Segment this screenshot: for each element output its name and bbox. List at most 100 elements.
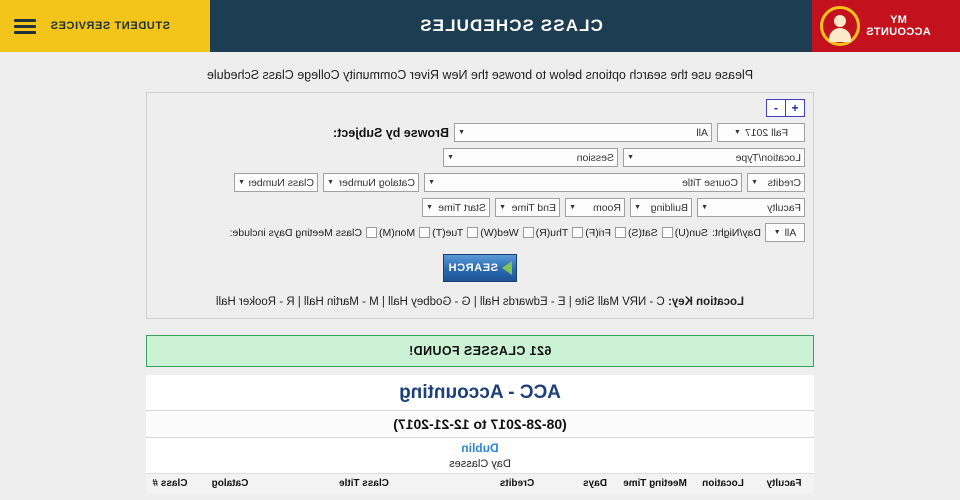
day-night-select[interactable]: ▼ All: [765, 223, 805, 242]
intro-text: Please use the search options below to b…: [206, 68, 754, 82]
results-table: ACC - Accounting (08-28-2017 to 12-21-20…: [146, 375, 814, 494]
chevron-down-icon: ▼: [751, 179, 758, 186]
meeting-day-tue[interactable]: Tue(T): [419, 227, 463, 239]
class-identifiers-row: ▼ Class Number ▼ Catalog Number ▼ Course…: [155, 173, 805, 192]
column-header-credits: Credits: [499, 478, 535, 489]
start-time-select[interactable]: ▼ Start Time: [422, 198, 490, 217]
department-title: ACC - Accounting: [146, 375, 814, 411]
checkbox-sat[interactable]: [614, 227, 626, 238]
term-select[interactable]: ▼ Fall 2017: [717, 123, 805, 142]
column-header-faculty: Faculty: [766, 478, 802, 489]
room-select[interactable]: ▼ Room: [565, 198, 625, 217]
course-title-select[interactable]: ▼ Course Title: [424, 173, 742, 192]
student-services-menu[interactable]: STUDENT SERVICES: [0, 0, 210, 52]
chevron-down-icon: ▼: [773, 229, 781, 236]
browse-by-subject-label: Browse by Subject:: [333, 125, 449, 140]
main-content: Please use the search options below to b…: [0, 52, 960, 494]
meeting-day-thu[interactable]: Thu(R): [522, 226, 569, 239]
subject-row: Browse by Subject: ▼ All ▼ Fall 2017: [155, 123, 805, 142]
student-services-label: STUDENT SERVICES: [50, 20, 171, 32]
chevron-down-icon: ▼: [499, 204, 506, 211]
day-night-label: Day/Night:: [711, 226, 761, 239]
chevron-down-icon: ▼: [701, 204, 708, 211]
class-number-select-value: Class Number: [248, 176, 314, 189]
end-time-select[interactable]: ▼ End Time: [495, 198, 560, 217]
chevron-down-icon: ▼: [733, 129, 741, 136]
site-title-container: CLASS SCHEDULES: [210, 0, 812, 52]
term-date-range: (08-28-2017 to 12-21-2017): [146, 411, 814, 438]
chevron-down-icon: ▼: [428, 179, 435, 186]
meeting-day-sun[interactable]: Sun(U): [661, 226, 708, 239]
location-type-select[interactable]: ▼ Location/Type: [623, 148, 805, 167]
class-number-select[interactable]: ▼ Class Number: [234, 173, 318, 192]
column-header-class-title: Class Title: [339, 478, 389, 489]
my-accounts-line2: ACCOUNTS: [866, 26, 931, 38]
user-avatar-icon: [820, 6, 860, 46]
my-accounts-button[interactable]: MY ACCOUNTS: [812, 0, 960, 52]
meeting-days-label: Class Meeting Days include:: [229, 226, 362, 239]
table-header-row: Class # Catalog Class Title Credits Days…: [146, 473, 814, 494]
term-select-value: Fall 2017: [744, 126, 789, 139]
my-accounts-label: MY ACCOUNTS: [866, 14, 931, 38]
checkbox-mon[interactable]: [366, 227, 377, 238]
meeting-day-wed-label: Wed(W): [480, 226, 519, 239]
building-select-value: Building: [650, 201, 688, 214]
credits-select[interactable]: ▼ Credits: [747, 173, 805, 192]
column-header-days: Days: [583, 478, 607, 489]
location-key: Location Key: C - NRV Mall Site | E - Ed…: [155, 296, 805, 308]
catalog-number-select-value: Catalog Number: [338, 176, 415, 189]
day-part-heading: Day Classes: [449, 458, 511, 470]
day-night-select-value: All: [784, 226, 797, 239]
collapse-all-button[interactable]: -: [766, 99, 786, 117]
my-accounts-line1: MY: [889, 14, 907, 26]
checkbox-wed[interactable]: [467, 227, 479, 238]
search-button-label: SEARCH: [447, 262, 499, 274]
location-key-title: Location Key:: [668, 296, 745, 308]
end-time-select-value: End Time: [511, 201, 556, 214]
play-arrow-icon: [502, 261, 513, 275]
meeting-day-thu-label: Thu(R): [535, 226, 569, 239]
credits-select-value: Credits: [767, 176, 801, 189]
chevron-down-icon: ▼: [627, 154, 634, 161]
subject-select[interactable]: ▼ All: [454, 123, 712, 142]
session-select[interactable]: ▼ Session: [443, 148, 618, 167]
meeting-day-mon[interactable]: Mon(M): [366, 227, 415, 239]
page-root: MY ACCOUNTS CLASS SCHEDULES STUDENT SERV…: [0, 0, 960, 500]
meeting-day-fri-label: Fri(F): [585, 226, 611, 239]
meeting-days-row: Class Meeting Days include: Mon(M) Tue(T…: [155, 223, 805, 242]
meeting-day-mon-label: Mon(M): [379, 226, 416, 239]
location-type-select-value: Location/Type: [735, 151, 801, 164]
checkbox-sun[interactable]: [661, 227, 673, 238]
checkbox-fri[interactable]: [572, 227, 584, 238]
meeting-day-sun-label: Sun(U): [674, 226, 708, 239]
hamburger-menu-icon[interactable]: [14, 18, 36, 34]
course-title-select-value: Course Title: [681, 176, 738, 189]
search-button[interactable]: SEARCH: [443, 254, 517, 282]
room-select-value: Room: [592, 201, 621, 214]
session-select-value: Session: [576, 151, 614, 164]
checkbox-thu[interactable]: [522, 227, 534, 238]
catalog-number-select[interactable]: ▼ Catalog Number: [323, 173, 419, 192]
meeting-day-sat[interactable]: Sat(S): [614, 226, 658, 239]
expand-all-button[interactable]: +: [785, 99, 805, 117]
column-header-location: Location: [702, 478, 744, 489]
chevron-down-icon: ▼: [327, 179, 334, 186]
meeting-day-sat-label: Sat(S): [627, 226, 658, 239]
time-location-row: ▼ Start Time ▼ End Time ▼ Room ▼ Buildin…: [155, 198, 805, 217]
chevron-down-icon: ▼: [447, 154, 454, 161]
top-navigation-bar: MY ACCOUNTS CLASS SCHEDULES STUDENT SERV…: [0, 0, 960, 52]
chevron-down-icon: ▼: [569, 204, 576, 211]
building-select[interactable]: ▼ Building: [630, 198, 692, 217]
search-options-panel: + - Browse by Subject: ▼ All ▼ Fall 2017: [146, 92, 814, 319]
meeting-day-tue-label: Tue(T): [432, 226, 464, 239]
chevron-down-icon: ▼: [634, 204, 641, 211]
meeting-day-wed[interactable]: Wed(W): [467, 226, 519, 239]
faculty-select[interactable]: ▼ Faculty: [697, 198, 805, 217]
results-count-banner: 621 CLASSES FOUND!: [146, 335, 814, 367]
faculty-select-value: Faculty: [767, 201, 801, 214]
column-header-catalog: Catalog: [211, 478, 249, 489]
checkbox-tue[interactable]: [419, 227, 431, 238]
campus-heading: Dublin: [461, 441, 499, 455]
panel-toggle-row: + -: [155, 99, 805, 117]
meeting-day-fri[interactable]: Fri(F): [572, 227, 611, 239]
